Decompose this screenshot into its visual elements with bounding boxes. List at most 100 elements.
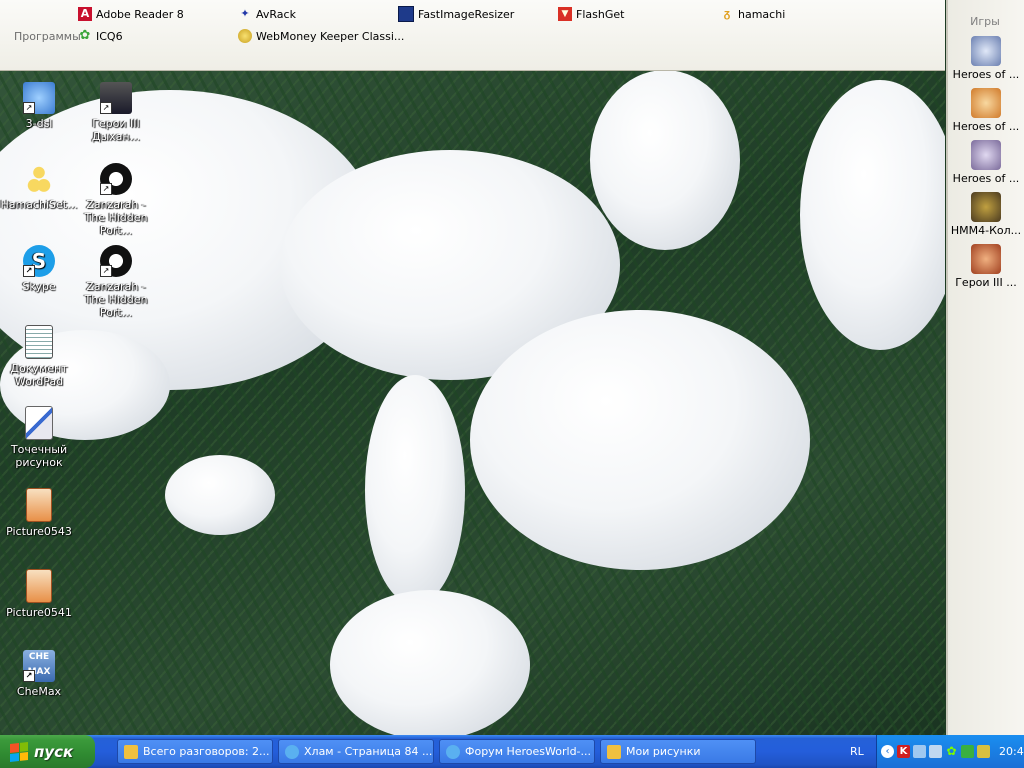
toolbar-item-label: FlashGet <box>576 7 625 21</box>
desktop-icon-zanzarah-2[interactable]: ↗ Zanzarah - The Hidden Port... <box>77 245 155 319</box>
heroes-icon <box>971 88 1001 118</box>
desktop-icon-picture0543[interactable]: Picture0543 <box>0 488 78 538</box>
desktop-icon-zanzarah-1[interactable]: ↗ Zanzarah - The Hidden Port... <box>77 163 155 237</box>
heroes-icon <box>971 36 1001 66</box>
game-item-label: Heroes of ... <box>952 68 1020 81</box>
taskbar-button-label: Хлам - Страница 84 ... <box>304 745 433 758</box>
wordpad-icon <box>25 325 53 359</box>
toolbar-item-hamachi[interactable]: ᵹ hamachi <box>720 5 786 23</box>
flashget-icon: ▼ <box>558 7 572 21</box>
kaspersky-icon[interactable]: K <box>897 745 910 758</box>
desktop-icon-label: CheMax <box>16 685 62 698</box>
taskbar-button-heroesworld-forum[interactable]: Форум HeroesWorld-... <box>439 739 595 764</box>
game-item-label: Герои III ... <box>955 276 1017 289</box>
icq-icon: ✿ <box>79 28 91 43</box>
snow-clump <box>470 310 810 570</box>
folder-icon <box>124 744 138 759</box>
programs-toolbar: Программы A Adobe Reader 8 ✦ AvRack Fast… <box>0 0 945 71</box>
taskbar-button-my-pictures[interactable]: Мои рисунки <box>600 739 756 764</box>
zanzarah-icon: ↗ <box>100 163 132 195</box>
taskbar-button-label: Форум HeroesWorld-... <box>465 745 592 758</box>
desktop-icon-heroes3[interactable]: ↗ Герои III Дыхан... <box>77 82 155 143</box>
webmoney-icon <box>238 29 252 43</box>
games-toolbar: Игры Heroes of ... Heroes of ... Heroes … <box>946 0 1024 735</box>
avrack-icon: ✦ <box>240 7 250 20</box>
desktop-icon-skype[interactable]: S ↗ Skype <box>0 245 78 293</box>
toolbar-item-avrack[interactable]: ✦ AvRack <box>238 5 296 23</box>
snow-clump <box>165 455 275 535</box>
game-item-heroes3[interactable]: Герои III ... <box>948 244 1024 289</box>
start-button-label: пуск <box>34 742 74 761</box>
programs-toolbar-label: Программы <box>14 30 81 43</box>
desktop-icon-chemax[interactable]: CHE MAX ↗ CheMax <box>0 650 78 698</box>
ie-icon <box>446 744 460 759</box>
toolbar-item-label: AvRack <box>256 7 296 21</box>
toolbar-item-label: hamachi <box>738 7 786 21</box>
game-item-label: Heroes of ... <box>952 120 1020 133</box>
desktop-icon-label: HamachiSet... <box>0 198 78 211</box>
desktop-icon-label: Документ WordPad <box>10 362 68 388</box>
heroes3-icon: ↗ <box>100 82 132 114</box>
adobe-reader-icon: A <box>78 7 92 21</box>
snow-clump <box>365 375 465 605</box>
desktop-icon-bitmap[interactable]: Точечный рисунок <box>0 406 78 469</box>
desktop-icon-label: Точечный рисунок <box>10 443 68 469</box>
desktop-icon-picture0541[interactable]: Picture0541 <box>0 569 78 619</box>
desktop-icon-hamachi-setup[interactable]: HamachiSet... <box>0 163 78 211</box>
zanzarah-icon: ↗ <box>100 245 132 277</box>
taskbar-button-label: Мои рисунки <box>626 745 701 758</box>
toolbar-item-label: ICQ6 <box>96 29 123 43</box>
hamachi-icon <box>23 163 55 195</box>
desktop-icon-label: 3-dsl <box>25 117 53 130</box>
heroes3-icon <box>971 244 1001 274</box>
toolbar-item-icq[interactable]: ✿ ICQ6 <box>78 27 123 45</box>
toolbar-item-flashget[interactable]: ▼ FlashGet <box>558 5 624 23</box>
game-item-label: HMM4-Кол... <box>950 224 1022 237</box>
desktop-icon-label: Герои III Дыхан... <box>91 117 141 143</box>
toolbar-item-label: FastImageResizer <box>418 7 515 21</box>
chemax-icon: CHE MAX ↗ <box>23 650 55 682</box>
network-icon: ↗ <box>23 82 55 114</box>
games-toolbar-label: Игры <box>970 15 1000 28</box>
clock[interactable]: 20:40 <box>999 745 1024 758</box>
ie-icon <box>285 744 299 759</box>
hamachi-icon: ᵹ <box>723 7 731 20</box>
snow-clump <box>590 70 740 250</box>
icq-icon[interactable]: ✿ <box>945 745 958 758</box>
skype-icon: S ↗ <box>23 245 55 277</box>
game-item-label: Heroes of ... <box>952 172 1020 185</box>
toolbar-item-webmoney[interactable]: WebMoney Keeper Classi... <box>238 27 404 45</box>
toolbar-item-label: WebMoney Keeper Classi... <box>256 29 405 43</box>
desktop-icon-wordpad-document[interactable]: Документ WordPad <box>0 325 78 388</box>
toolbar-item-adobe-reader[interactable]: A Adobe Reader 8 <box>78 5 184 23</box>
desktop-icon-3-dsl[interactable]: ↗ 3-dsl <box>0 82 78 130</box>
windows-logo-icon <box>10 741 28 762</box>
game-item-heroes-1[interactable]: Heroes of ... <box>948 36 1024 81</box>
snow-clump <box>330 590 530 735</box>
taskbar: пуск Всего разговоров: 2... Хлам - Стран… <box>0 735 1024 768</box>
desktop-icon-label: Skype <box>22 280 56 293</box>
game-item-heroes-3[interactable]: Heroes of ... <box>948 140 1024 185</box>
toolbar-item-fastimageresizer[interactable]: FastImageResizer <box>398 5 514 23</box>
hmm4-icon <box>971 192 1001 222</box>
taskbar-button-hlam-page[interactable]: Хлам - Страница 84 ... <box>278 739 434 764</box>
webmoney-icon[interactable] <box>977 745 990 758</box>
system-tray: ‹ K ✿ 20:40 <box>876 735 1024 768</box>
bitmap-icon <box>25 406 53 440</box>
heroes-icon <box>971 140 1001 170</box>
language-indicator[interactable]: RL <box>850 745 864 758</box>
desktop-icon-label: Picture0541 <box>6 606 72 619</box>
shield-icon[interactable] <box>961 745 974 758</box>
chevron-left-icon[interactable]: ‹ <box>881 745 894 758</box>
network-icon[interactable] <box>929 745 942 758</box>
picture-icon <box>26 488 52 522</box>
taskbar-button-conversations[interactable]: Всего разговоров: 2... <box>117 739 273 764</box>
game-item-hmm4[interactable]: HMM4-Кол... <box>948 192 1024 237</box>
snow-clump <box>800 80 945 350</box>
desktop-icon-label: Picture0543 <box>6 525 72 538</box>
start-button[interactable]: пуск <box>0 735 95 768</box>
network-icon[interactable] <box>913 745 926 758</box>
picture-icon <box>26 569 52 603</box>
game-item-heroes-2[interactable]: Heroes of ... <box>948 88 1024 133</box>
fastimageresizer-icon <box>398 6 414 22</box>
